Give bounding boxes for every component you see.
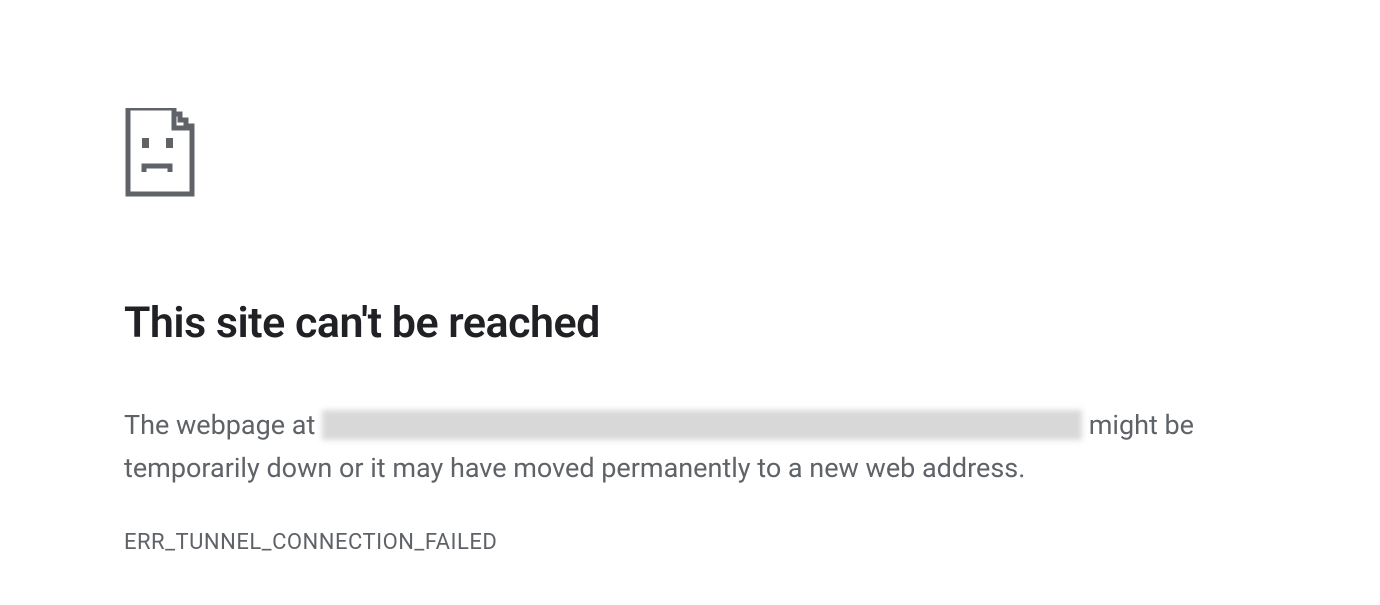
description-prefix: The webpage at — [124, 409, 322, 441]
redacted-url — [322, 410, 1082, 440]
error-page: This site can't be reached The webpage a… — [124, 108, 1224, 555]
error-heading: This site can't be reached — [124, 298, 1224, 348]
error-description: The webpage at might be temporarily down… — [124, 404, 1224, 490]
sad-page-icon — [124, 108, 196, 198]
error-code: ERR_TUNNEL_CONNECTION_FAILED — [124, 530, 1224, 555]
